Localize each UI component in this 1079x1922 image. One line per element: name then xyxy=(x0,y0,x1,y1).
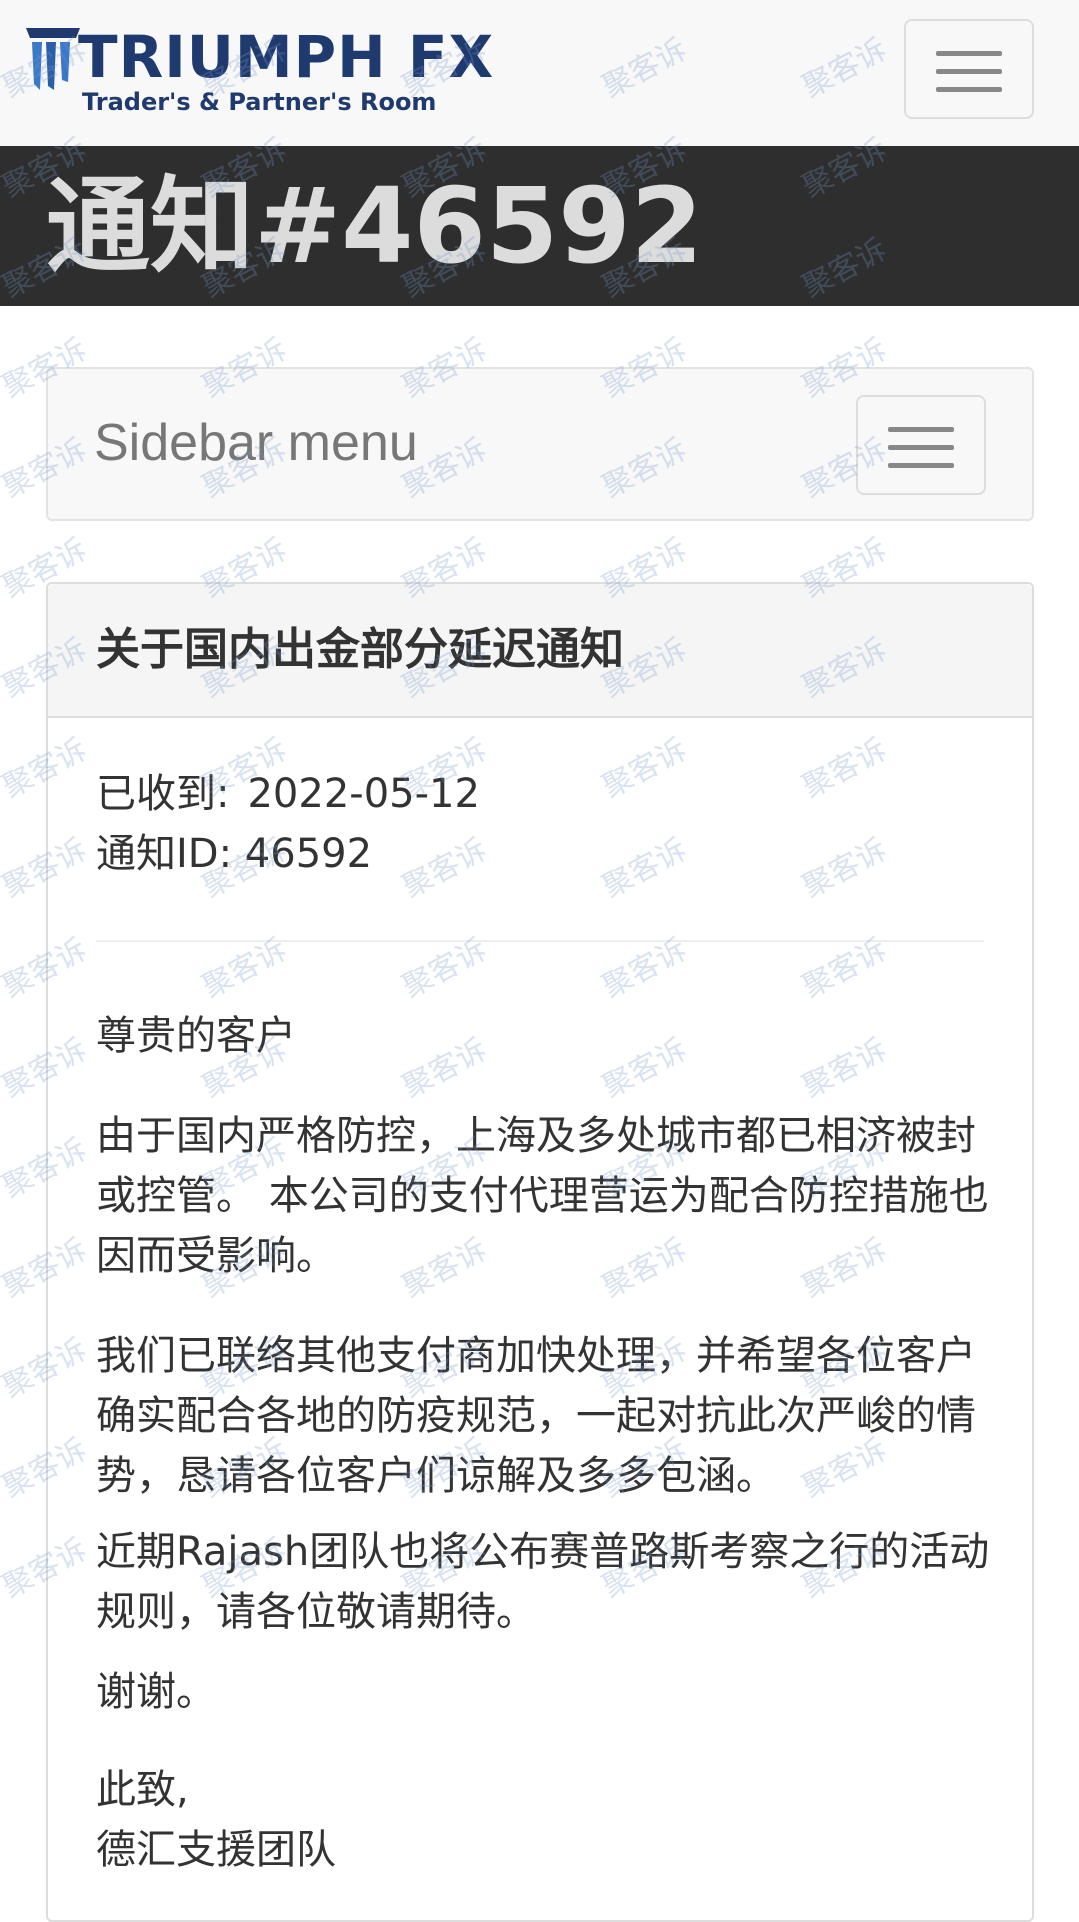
hamburger-menu-icon xyxy=(936,69,1002,74)
received-date: 2022-05-12 xyxy=(247,771,480,817)
brand-logo[interactable]: TRIUMPH FX Trader's & Partner's Room xyxy=(24,18,493,123)
logo-subtitle: Trader's & Partner's Room xyxy=(82,88,437,116)
navbar-toggle-button[interactable] xyxy=(904,19,1034,119)
notice-card-header: 关于国内出金部分延迟通知 xyxy=(48,584,1032,718)
top-navbar: TRIUMPH FX Trader's & Partner's Room xyxy=(0,0,1079,147)
notice-thanks: 谢谢。 xyxy=(96,1669,216,1715)
notice-closing: 此致, xyxy=(96,1767,189,1813)
logo-mark-icon xyxy=(26,28,80,90)
notice-signature: 德汇支援团队 xyxy=(96,1827,336,1873)
notice-id-row: 通知ID: 46592 xyxy=(96,824,372,884)
hamburger-menu-icon xyxy=(888,445,954,450)
hamburger-menu-icon xyxy=(936,51,1002,56)
divider xyxy=(96,940,984,942)
hamburger-menu-icon xyxy=(888,463,954,468)
notice-card: 关于国内出金部分延迟通知 已收到: 2022-05-12 通知ID: 46592 … xyxy=(46,582,1034,1922)
notice-title: 关于国内出金部分延迟通知 xyxy=(96,624,624,675)
page-title: 通知#46592 xyxy=(46,165,703,287)
hamburger-menu-icon xyxy=(888,427,954,432)
notice-id-label: 通知ID: xyxy=(96,831,233,877)
sidebar-menu-panel: Sidebar menu xyxy=(46,367,1034,521)
received-date-row: 已收到: 2022-05-12 xyxy=(96,764,480,824)
notice-paragraph: 近期Rajash团队也将公布赛普路斯考察之行的活动规则，请各位敬请期待。 xyxy=(96,1529,990,1635)
sidebar-menu-label: Sidebar menu xyxy=(94,414,418,472)
notice-paragraph: 由于国内严格防控，上海及多处城市都已相济被封或控管。 本公司的支付代理营运为配合… xyxy=(96,1113,989,1279)
notice-greeting: 尊贵的客户 xyxy=(96,1013,296,1059)
received-label: 已收到: xyxy=(96,771,230,817)
sidebar-toggle-button[interactable] xyxy=(856,395,986,495)
notice-paragraph: 我们已联络其他支付商加快处理，并希望各位客户确实配合各地的防疫规范，一起对抗此次… xyxy=(96,1333,976,1499)
hamburger-menu-icon xyxy=(936,87,1002,92)
logo-title: TRIUMPH FX xyxy=(78,23,495,91)
page-title-bar: 通知#46592 xyxy=(0,146,1079,306)
notice-id-value: 46592 xyxy=(244,831,373,877)
